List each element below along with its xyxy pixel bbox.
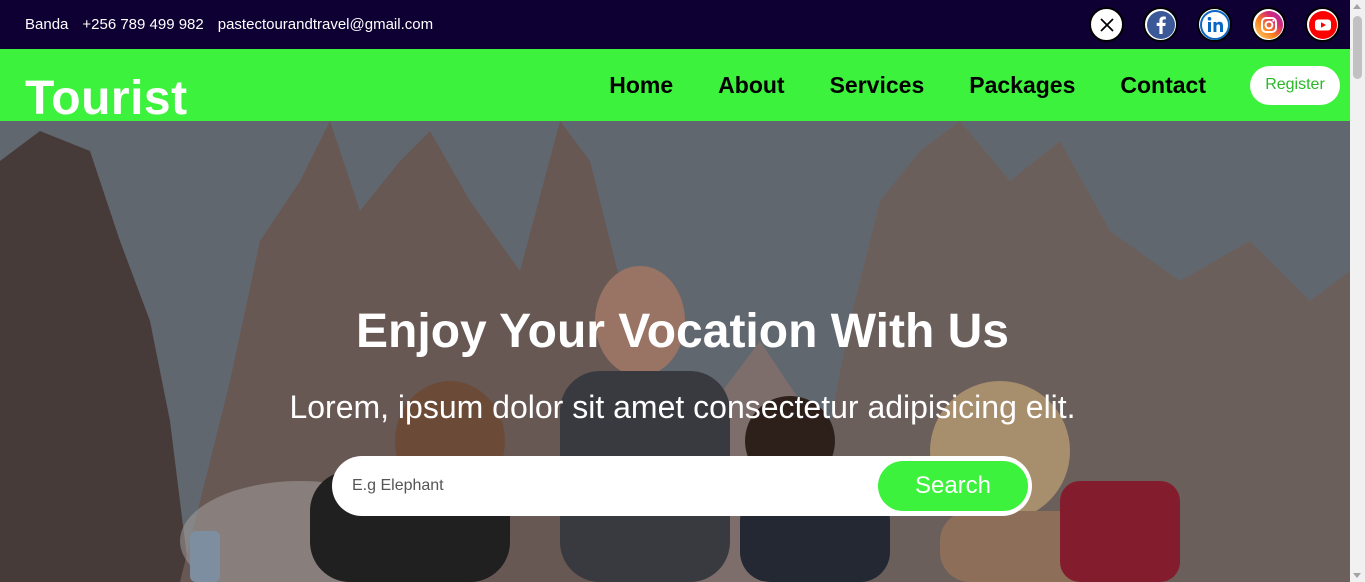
nav-link-about[interactable]: About [718, 72, 784, 99]
contact-phone[interactable]: +256 789 499 982 [82, 16, 203, 33]
hero-title: Enjoy Your Vocation With Us [356, 305, 1009, 358]
instagram-icon[interactable] [1251, 7, 1286, 42]
scroll-thumb[interactable] [1353, 16, 1362, 79]
youtube-icon[interactable] [1305, 7, 1340, 42]
scroll-down-icon[interactable] [1353, 573, 1361, 578]
linkedin-icon[interactable] [1197, 7, 1232, 42]
register-button[interactable]: Register [1250, 65, 1340, 105]
hero-section: Enjoy Your Vocation With Us Lorem, ipsum… [0, 121, 1350, 582]
scroll-up-icon[interactable] [1353, 4, 1361, 9]
search-button[interactable]: Search [878, 461, 1028, 511]
contact-name: Banda [25, 16, 69, 33]
social-links [1089, 7, 1340, 42]
contact-info: Banda +256 789 499 982 pastectourandtrav… [25, 16, 433, 33]
page-scrollbar[interactable] [1350, 0, 1365, 582]
x-icon[interactable] [1089, 7, 1124, 42]
contact-email[interactable]: pastectourandtravel@gmail.com [218, 16, 433, 33]
main-navbar: Tourist Home About Services Packages Con… [0, 49, 1350, 125]
search-input[interactable] [352, 477, 878, 495]
nav-right: Home About Services Packages Contact Reg… [609, 65, 1340, 105]
top-contact-bar: Banda +256 789 499 982 pastectourandtrav… [0, 0, 1350, 49]
nav-link-services[interactable]: Services [830, 72, 925, 99]
search-bar: Search [332, 456, 1032, 516]
nav-link-home[interactable]: Home [609, 72, 673, 99]
facebook-icon[interactable] [1143, 7, 1178, 42]
nav-links: Home About Services Packages Contact [609, 72, 1206, 99]
nav-link-packages[interactable]: Packages [969, 72, 1075, 99]
site-logo[interactable]: Tourist [25, 71, 188, 126]
hero-subtitle: Lorem, ipsum dolor sit amet consectetur … [289, 389, 1076, 425]
nav-link-contact[interactable]: Contact [1120, 72, 1206, 99]
